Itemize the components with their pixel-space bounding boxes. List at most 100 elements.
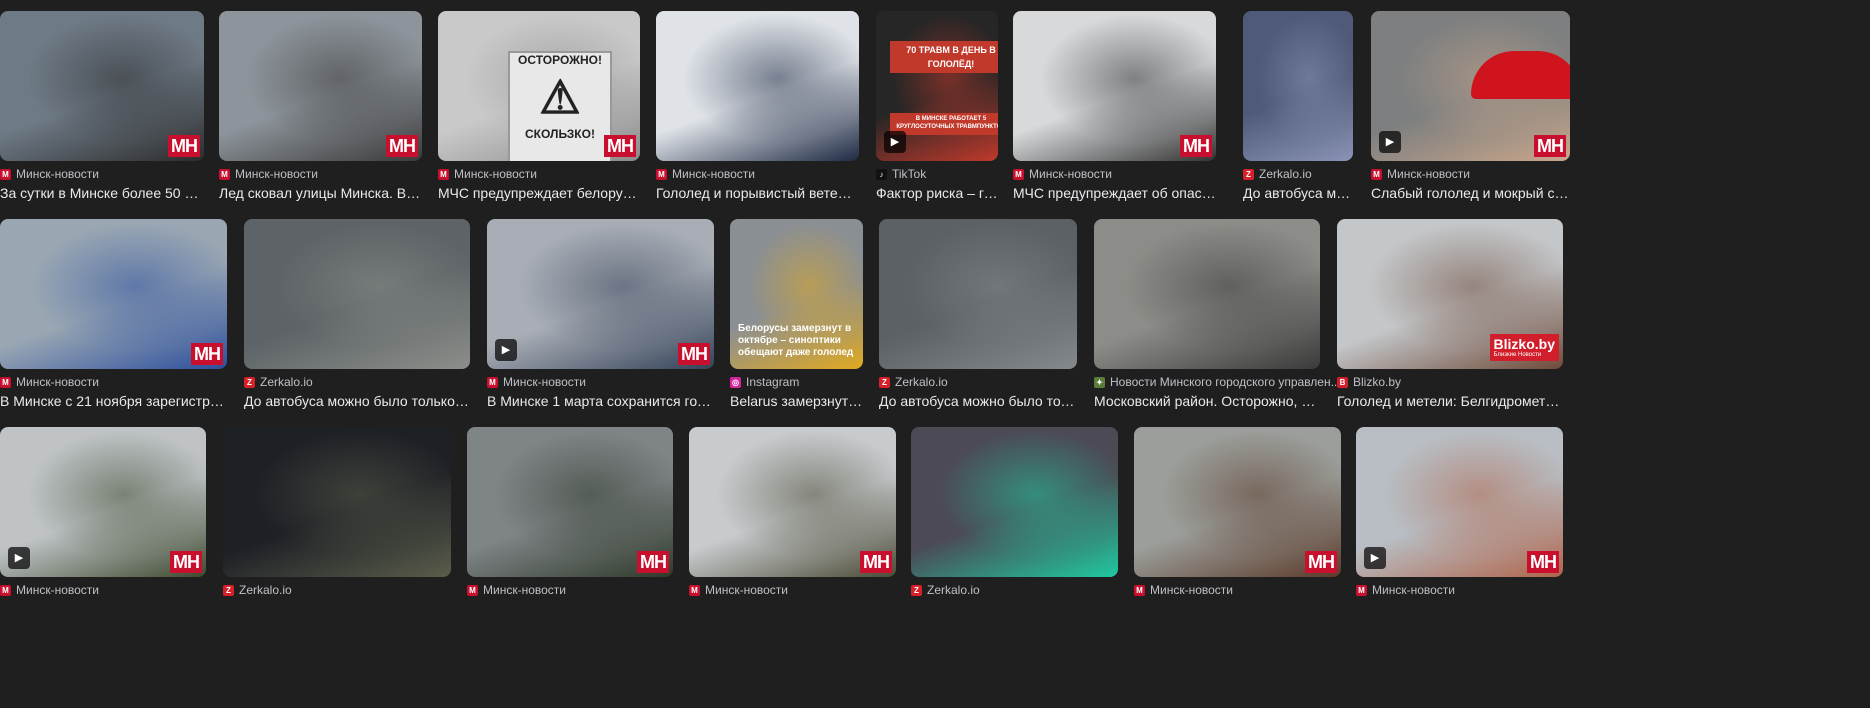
result-title[interactable]: Московский район. Осторожно, голо... (1094, 393, 1320, 409)
zerkalo-icon: Z (244, 376, 255, 388)
result-thumbnail[interactable] (1243, 11, 1353, 161)
result-source[interactable]: M Минск-новости (1134, 583, 1233, 597)
result-source[interactable]: Z Zerkalo.io (244, 375, 313, 389)
result-source[interactable]: M Минск-новости (1371, 167, 1470, 181)
image-result-card[interactable]: Z Zerkalo.io (223, 427, 451, 652)
blizko-logo-subtext: Близкие Новости (1493, 352, 1542, 358)
result-source[interactable]: ◎ Instagram (730, 375, 799, 389)
image-result-card[interactable]: MH M Минск-новости МЧС предупреждает об опа… (1013, 11, 1216, 236)
result-source[interactable]: M Минск-новости (656, 167, 755, 181)
minsk-novosti-icon: M (1371, 168, 1382, 180)
result-thumbnail[interactable]: 70 ТРАВМ В ДЕНЬ В ГОЛОЛЁД! В МИНСКЕ РАБОТ… (876, 11, 998, 161)
result-source[interactable]: M Минск-новости (0, 375, 99, 389)
image-result-card[interactable]: Z Zerkalo.io До автобуса можно было тольк.… (879, 219, 1077, 444)
result-thumbnail[interactable] (244, 219, 470, 369)
result-thumbnail[interactable]: MH (0, 11, 204, 161)
minsk-novosti-icon: M (487, 376, 498, 388)
source-name: Минск-новости (503, 375, 586, 389)
source-name: Zerkalo.io (927, 583, 980, 597)
result-title[interactable]: В Минске 1 марта сохранится голол... (487, 393, 714, 409)
result-source[interactable]: M Минск-новости (467, 583, 566, 597)
source-name: Минск-новости (1150, 583, 1233, 597)
result-title[interactable]: Слабый гололед и мокрый сне... (1371, 185, 1570, 201)
image-result-card[interactable]: 70 ТРАВМ В ДЕНЬ В ГОЛОЛЁД! В МИНСКЕ РАБОТ… (876, 11, 998, 236)
minsk-novosti-icon: M (0, 376, 11, 388)
minsk-novosti-icon: M (1013, 168, 1024, 180)
image-result-card[interactable]: M Минск-новости Гололед и порывистый ветер… (656, 11, 859, 236)
result-title[interactable]: МЧС предупреждает белорусов ... (438, 185, 640, 201)
result-title[interactable]: МЧС предупреждает об опаснос... (1013, 185, 1216, 201)
result-source[interactable]: ♪ TikTok (876, 167, 926, 181)
source-name: Минск-новости (454, 167, 537, 181)
thumbnail-scene (911, 427, 1118, 577)
image-result-card[interactable]: MH ▶ M Минск-новости (1356, 427, 1563, 652)
result-thumbnail[interactable]: Blizko.by Близкие Новости (1337, 219, 1563, 369)
result-source[interactable]: Z Zerkalo.io (911, 583, 980, 597)
result-title[interactable]: Лед сковал улицы Минска. В «Г... (219, 185, 422, 201)
minsk-novosti-icon: M (0, 584, 11, 596)
image-result-card[interactable]: Z Zerkalo.io До автобуса можн... (1243, 11, 1353, 236)
thumbnail-scene (244, 219, 470, 369)
image-result-card[interactable]: MH ▶ M Минск-новости (0, 427, 206, 652)
result-source[interactable]: ✦ Новости Минского городского управлен... (1094, 375, 1341, 389)
result-thumbnail[interactable]: MH ▶ (0, 427, 206, 577)
result-title[interactable]: До автобуса можн... (1243, 185, 1353, 201)
result-title[interactable]: Фактор риска – го... (876, 185, 998, 201)
result-title[interactable]: Belarus замерзнут в... (730, 393, 863, 409)
image-result-card[interactable]: Z Zerkalo.io До автобуса можно было только… (244, 219, 470, 444)
result-thumbnail[interactable] (656, 11, 859, 161)
result-thumbnail[interactable] (223, 427, 451, 577)
result-thumbnail[interactable]: ОСТОРОЖНО! ⚠ СКОЛЬЗКО! MH (438, 11, 640, 161)
results-row: MH ▶ M Минск-новости Z Zerkalo.io MH M Минск-нов… (0, 427, 1870, 652)
image-result-card[interactable]: ✦ Новости Минского городского управлен...… (1094, 219, 1341, 444)
result-thumbnail[interactable]: MH ▶ (487, 219, 714, 369)
image-result-card[interactable]: Blizko.by Близкие Новости B Blizko.by Гололе… (1337, 219, 1563, 444)
result-thumbnail[interactable]: MH (689, 427, 896, 577)
result-source[interactable]: M Минск-новости (1356, 583, 1455, 597)
image-result-card[interactable]: MH M Минск-новости (1134, 427, 1341, 652)
result-source[interactable]: M Минск-новости (0, 583, 99, 597)
image-result-card[interactable]: Белорусы замерзнут в октябре – синоптики… (730, 219, 863, 444)
result-source[interactable]: M Минск-новости (219, 167, 318, 181)
image-result-card[interactable]: ОСТОРОЖНО! ⚠ СКОЛЬЗКО! MH M Минск-новости МЧС … (438, 11, 640, 236)
result-source[interactable]: Z Zerkalo.io (223, 583, 292, 597)
result-title[interactable]: В Минске с 21 ноября зарегистриров... (0, 393, 227, 409)
result-thumbnail[interactable]: MH (219, 11, 422, 161)
result-title[interactable]: До автобуса можно было только на к... (244, 393, 470, 409)
minsk-novosti-icon: M (689, 584, 700, 596)
image-result-card[interactable]: MH M Минск-новости В Минске с 21 ноября зар… (0, 219, 227, 444)
minsk-novosti-logo: MH (170, 551, 202, 573)
result-source[interactable]: M Минск-новости (689, 583, 788, 597)
result-source[interactable]: Z Zerkalo.io (1243, 167, 1312, 181)
result-thumbnail[interactable] (911, 427, 1118, 577)
result-thumbnail[interactable] (1094, 219, 1320, 369)
thumbnail-scene (879, 219, 1077, 369)
image-result-card[interactable]: MH M Минск-новости (467, 427, 673, 652)
image-result-card[interactable]: MH M Минск-новости За сутки в Минске более … (0, 11, 204, 236)
result-thumbnail[interactable] (879, 219, 1077, 369)
result-thumbnail[interactable]: Белорусы замерзнут в октябре – синоптики… (730, 219, 863, 369)
result-source[interactable]: M Минск-новости (487, 375, 586, 389)
result-thumbnail[interactable]: MH ▶ (1371, 11, 1570, 161)
result-title[interactable]: Гололед и метели: Белгидромет объ... (1337, 393, 1563, 409)
result-source[interactable]: Z Zerkalo.io (879, 375, 948, 389)
result-source[interactable]: B Blizko.by (1337, 375, 1401, 389)
result-title[interactable]: За сутки в Минске более 50 пос... (0, 185, 204, 201)
image-result-card[interactable]: MH M Минск-новости Лед сковал улицы Минска.… (219, 11, 422, 236)
result-thumbnail[interactable]: MH (0, 219, 227, 369)
image-result-card[interactable]: Z Zerkalo.io (911, 427, 1118, 652)
result-title[interactable]: До автобуса можно было тольк... (879, 393, 1077, 409)
result-thumbnail[interactable]: MH ▶ (1356, 427, 1563, 577)
image-result-card[interactable]: MH ▶ M Минск-новости Слабый гололед и мокрый… (1371, 11, 1570, 236)
result-thumbnail[interactable]: MH (1134, 427, 1341, 577)
image-result-card[interactable]: MH M Минск-новости (689, 427, 896, 652)
result-source[interactable]: M Минск-новости (1013, 167, 1112, 181)
image-result-card[interactable]: MH ▶ M Минск-новости В Минске 1 марта сохран… (487, 219, 714, 444)
result-source[interactable]: M Минск-новости (438, 167, 537, 181)
result-thumbnail[interactable]: MH (467, 427, 673, 577)
result-title[interactable]: Гололед и порывистый ветер ож... (656, 185, 859, 201)
result-thumbnail[interactable]: MH (1013, 11, 1216, 161)
source-name: Новости Минского городского управлен... (1110, 375, 1341, 389)
minsk-novosti-logo: MH (1534, 135, 1566, 157)
result-source[interactable]: M Минск-новости (0, 167, 99, 181)
